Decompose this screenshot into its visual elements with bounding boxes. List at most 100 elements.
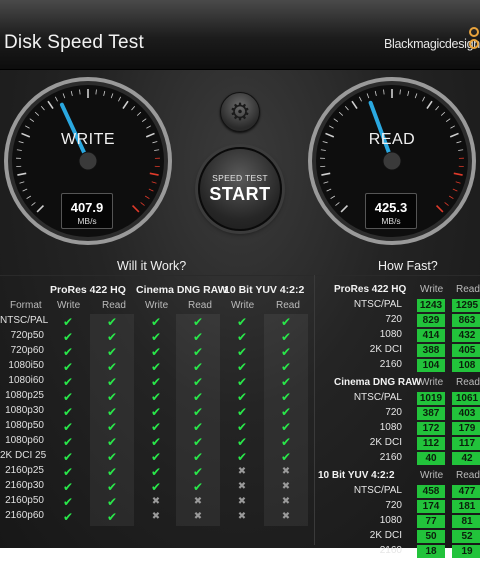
wiw-format-label: 2160p50 — [5, 495, 44, 506]
hf-read-value: 81 — [452, 515, 480, 528]
hf-write-value: 174 — [417, 500, 445, 513]
section-divider — [0, 275, 480, 276]
check-icon: ✔ — [150, 345, 162, 359]
check-icon: ✔ — [62, 360, 74, 374]
check-icon: ✔ — [106, 465, 118, 479]
check-icon: ✔ — [192, 405, 204, 419]
write-speed-unit: MB/s — [77, 216, 97, 226]
check-icon: ✔ — [150, 465, 162, 479]
brand-logo-text: Blackmagicdesign — [384, 37, 480, 51]
wiw-format-label: 2K DCI 25 — [0, 450, 47, 461]
check-icon: ✔ — [106, 360, 118, 374]
check-icon: ✔ — [236, 360, 248, 374]
check-icon: ✔ — [280, 405, 292, 419]
hf-write-value: 388 — [417, 344, 445, 357]
check-icon: ✔ — [106, 330, 118, 344]
hf-read-value: 181 — [452, 500, 480, 513]
wiw-format-label: 720p50 — [10, 330, 44, 341]
hf-write-header: Write — [420, 470, 444, 481]
check-icon: ✔ — [62, 480, 74, 494]
check-icon: ✔ — [150, 315, 162, 329]
check-icon: ✔ — [236, 315, 248, 329]
hf-row-label: NTSC/PAL — [353, 299, 402, 310]
hf-read-value: 1061 — [452, 392, 480, 405]
check-icon: ✔ — [62, 405, 74, 419]
hf-write-value: 104 — [417, 359, 445, 372]
wiw-format-label: 1080p50 — [5, 420, 44, 431]
hf-read-header: Read — [456, 377, 480, 388]
wiw-format-label: 1080p60 — [5, 435, 44, 446]
wiw-group-header: ProRes 422 HQ — [50, 284, 126, 296]
hf-read-value: 477 — [452, 485, 480, 498]
check-icon: ✔ — [150, 375, 162, 389]
check-icon: ✔ — [192, 465, 204, 479]
check-icon: ✔ — [62, 315, 74, 329]
wiw-format-label: 720p60 — [10, 345, 44, 356]
write-gauge-label: WRITE — [60, 131, 116, 148]
check-icon: ✔ — [192, 450, 204, 464]
check-icon: ✔ — [280, 420, 292, 434]
hf-write-header: Write — [420, 284, 444, 295]
hf-read-value: 108 — [452, 359, 480, 372]
write-speed-value: 407.9 — [70, 200, 104, 215]
check-icon: ✔ — [236, 390, 248, 404]
wiw-write-header: Write — [145, 300, 169, 311]
check-icon: ✔ — [62, 435, 74, 449]
hf-read-value: 432 — [452, 329, 480, 342]
check-icon: ✔ — [150, 450, 162, 464]
hf-row-label: 2160 — [379, 359, 402, 370]
wiw-format-header: Format — [10, 300, 42, 311]
check-icon: ✔ — [280, 375, 292, 389]
hf-write-header: Write — [420, 377, 444, 388]
hf-row-label: 720 — [385, 314, 402, 325]
hf-write-value: 1019 — [417, 392, 445, 405]
check-icon: ✔ — [62, 375, 74, 389]
check-icon: ✔ — [62, 450, 74, 464]
hf-row-label: 2K DCI — [369, 530, 402, 541]
check-icon: ✔ — [106, 450, 118, 464]
hf-row-label: 1080 — [379, 515, 402, 526]
wiw-read-header: Read — [188, 300, 212, 311]
write-gauge: WRITE 407.9 MB/s — [3, 76, 173, 246]
start-button[interactable]: SPEED TEST START — [198, 147, 282, 231]
wiw-format-label: NTSC/PAL — [0, 315, 49, 326]
check-icon: ✔ — [150, 360, 162, 374]
check-icon: ✔ — [62, 390, 74, 404]
check-icon: ✔ — [150, 330, 162, 344]
read-speed-readout: 425.3 MB/s — [365, 193, 417, 229]
wiw-read-header: Read — [102, 300, 126, 311]
check-icon: ✔ — [150, 405, 162, 419]
hf-write-value: 77 — [417, 515, 445, 528]
read-gauge-hub — [382, 151, 402, 171]
wiw-format-label: 1080i60 — [8, 375, 44, 386]
wiw-write-header: Write — [57, 300, 81, 311]
check-icon: ✔ — [192, 375, 204, 389]
cross-icon: ✖ — [281, 496, 291, 507]
read-speed-value: 425.3 — [374, 200, 408, 215]
read-gauge-label: READ — [368, 131, 416, 148]
cross-icon: ✖ — [237, 481, 247, 492]
check-icon: ✔ — [280, 360, 292, 374]
brand-logo-icon — [469, 27, 480, 63]
hf-row-label: NTSC/PAL — [353, 485, 402, 496]
gear-icon: ⚙ — [229, 98, 251, 126]
read-gauge: READ 425.3 MB/s — [307, 76, 477, 246]
hf-write-value: 458 — [417, 485, 445, 498]
check-icon: ✔ — [106, 495, 118, 509]
check-icon: ✔ — [62, 465, 74, 479]
check-icon: ✔ — [106, 345, 118, 359]
cross-icon: ✖ — [281, 481, 291, 492]
hf-read-value: 19 — [452, 545, 480, 558]
hf-write-value: 112 — [417, 437, 445, 450]
check-icon: ✔ — [236, 375, 248, 389]
hf-read-header: Read — [456, 284, 480, 295]
check-icon: ✔ — [236, 405, 248, 419]
hf-row-label: 2160 — [379, 545, 402, 556]
check-icon: ✔ — [192, 330, 204, 344]
hf-read-value: 117 — [452, 437, 480, 450]
how-fast-title: How Fast? — [378, 259, 438, 273]
check-icon: ✔ — [280, 345, 292, 359]
cross-icon: ✖ — [151, 496, 161, 507]
settings-button[interactable]: ⚙ — [220, 92, 260, 132]
check-icon: ✔ — [236, 345, 248, 359]
